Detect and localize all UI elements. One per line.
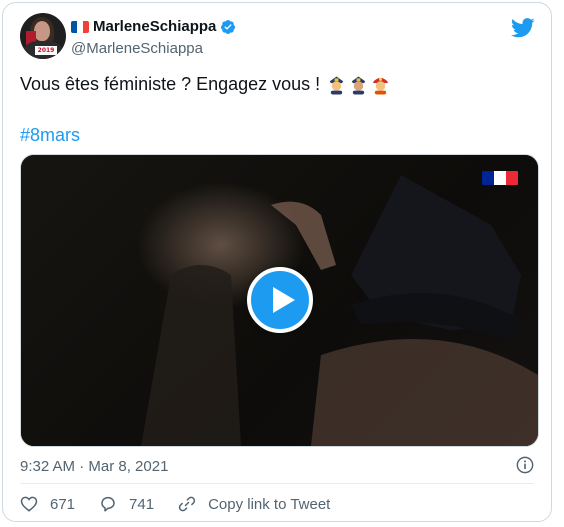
author-display-name[interactable]: MarleneSchiappa	[93, 18, 216, 35]
twitter-bird-icon[interactable]	[511, 18, 535, 38]
info-icon[interactable]	[516, 456, 534, 474]
police-officer-emoji	[352, 76, 366, 94]
tweet-timestamp[interactable]: 9:32 AM · Mar 8, 2021	[20, 458, 168, 475]
video-player[interactable]	[20, 154, 539, 447]
hashtag-link[interactable]: #8mars	[20, 125, 80, 146]
avatar-tag: 2019	[35, 46, 57, 55]
avatar[interactable]: 2019	[20, 13, 66, 59]
firefighter-emoji	[373, 77, 389, 94]
copy-link-label: Copy link to Tweet	[208, 495, 331, 513]
link-icon	[178, 496, 196, 512]
reply-count: 741	[129, 495, 155, 513]
tweet-card[interactable]: 2019 MarleneSchiappa @MarleneSchiappa Vo…	[2, 2, 552, 522]
police-officer-emoji	[330, 76, 344, 94]
french-government-logo	[482, 171, 518, 185]
like-count: 671	[50, 495, 76, 513]
tweet-text: Vous êtes féministe ? Engagez vous !	[20, 74, 389, 95]
action-bar: 671 741 Copy link to Tweet	[20, 495, 354, 513]
play-button[interactable]	[247, 267, 313, 333]
copy-link-button[interactable]: Copy link to Tweet	[178, 495, 330, 513]
author-name-line[interactable]: MarleneSchiappa	[71, 18, 236, 35]
reply-button[interactable]: 741	[99, 495, 154, 513]
reply-bubble-icon	[101, 496, 115, 512]
heart-icon	[20, 496, 38, 512]
divider	[20, 483, 534, 484]
france-flag-icon	[71, 20, 89, 33]
like-button[interactable]: 671	[20, 495, 75, 513]
tweet-body: Vous êtes féministe ? Engagez vous !	[20, 74, 321, 94]
verified-badge-icon	[221, 19, 236, 34]
play-icon	[273, 287, 295, 313]
author-handle[interactable]: @MarleneSchiappa	[71, 40, 203, 57]
